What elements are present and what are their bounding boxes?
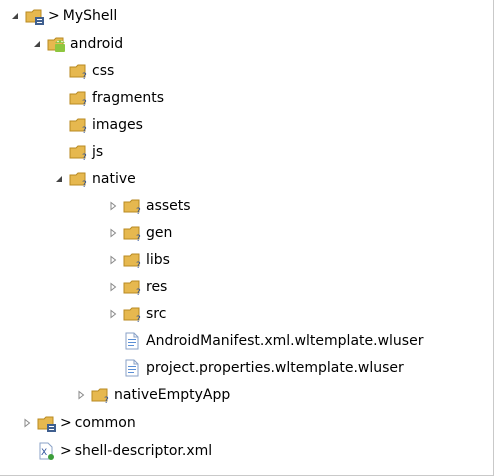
decoration-prefix: > [60,414,72,431]
collapsed-twisty-icon[interactable] [106,226,120,240]
svg-text:?: ? [82,180,87,189]
svg-text:X: X [41,448,47,458]
svg-text:?: ? [82,153,87,162]
tree-item-label: images [92,116,143,133]
folder-icon: ? [68,142,88,162]
decoration-prefix: > [48,7,60,24]
tree-item-project-properties[interactable]: project.properties.wltemplate.wluser [106,354,404,381]
expanded-twisty-icon[interactable] [30,37,44,51]
tree-item-label: MyShell [62,7,118,24]
xml-file-icon: X [36,441,56,461]
folder-icon: ? [122,223,142,243]
tree-item-src[interactable]: ? src [106,300,166,327]
collapsed-twisty-icon[interactable] [20,416,34,430]
folder-icon: ? [122,277,142,297]
project-folder-icon [36,413,56,433]
tree-item-css[interactable]: ? css [52,57,114,84]
tree-item-label: libs [146,251,170,268]
svg-text:?: ? [136,315,141,324]
tree-item-label: assets [146,197,191,214]
svg-text:?: ? [82,72,87,81]
tree-item-images[interactable]: ? images [52,111,143,138]
svg-text:?: ? [136,234,141,243]
svg-text:?: ? [82,126,87,135]
tree-item-label: css [92,62,115,79]
tree-item-label: native [92,170,136,187]
svg-text:?: ? [104,396,109,405]
folder-icon: ? [90,385,110,405]
tree-item-shell-descriptor[interactable]: X > shell-descriptor.xml [20,437,212,464]
folder-icon: ? [68,115,88,135]
expanded-twisty-icon[interactable] [52,172,66,186]
project-folder-icon [24,6,44,26]
file-icon [122,331,142,351]
folder-icon: ? [122,250,142,270]
tree-item-libs[interactable]: ? libs [106,246,170,273]
tree-item-label: src [146,305,167,322]
collapsed-twisty-icon[interactable] [106,199,120,213]
tree-item-gen[interactable]: ? gen [106,219,172,246]
folder-icon: ? [68,88,88,108]
tree-item-assets[interactable]: ? assets [106,192,191,219]
tree-item-label: android [70,35,124,52]
folder-icon: ? [122,304,142,324]
tree-item-label: nativeEmptyApp [114,386,231,403]
tree-item-res[interactable]: ? res [106,273,167,300]
svg-text:?: ? [136,207,141,216]
collapsed-twisty-icon[interactable] [106,280,120,294]
folder-icon: ? [68,169,88,189]
tree-item-common[interactable]: > common [20,409,136,436]
decoration-prefix: > [60,442,72,459]
tree-item-label: res [146,278,168,295]
collapsed-twisty-icon[interactable] [106,307,120,321]
tree-item-js[interactable]: ? js [52,138,103,165]
tree-item-native[interactable]: ? native [52,165,136,192]
tree-item-label: AndroidManifest.xml.wltemplate.wluser [146,332,424,349]
project-explorer-tree: > MyShell android ? css ? fragments ? im… [0,0,494,476]
tree-item-label: fragments [92,89,165,106]
expanded-twisty-icon[interactable] [8,9,22,23]
svg-text:?: ? [82,99,87,108]
tree-item-label: gen [146,224,173,241]
svg-text:?: ? [136,288,141,297]
tree-item-label: js [92,143,104,160]
tree-item-androidmanifest[interactable]: AndroidManifest.xml.wltemplate.wluser [106,327,423,354]
collapsed-twisty-icon[interactable] [74,388,88,402]
tree-item-myshell[interactable]: > MyShell [8,2,117,29]
folder-icon: ? [68,61,88,81]
tree-item-fragments[interactable]: ? fragments [52,84,164,111]
tree-item-android[interactable]: android [30,30,123,57]
tree-item-label: shell-descriptor.xml [74,442,213,459]
tree-item-nativeemptyapp[interactable]: ? nativeEmptyApp [74,381,230,408]
collapsed-twisty-icon[interactable] [106,253,120,267]
android-folder-icon [46,34,66,54]
svg-text:?: ? [136,261,141,270]
tree-item-label: project.properties.wltemplate.wluser [146,359,404,376]
file-icon [122,358,142,378]
tree-item-label: common [74,414,136,431]
folder-icon: ? [122,196,142,216]
